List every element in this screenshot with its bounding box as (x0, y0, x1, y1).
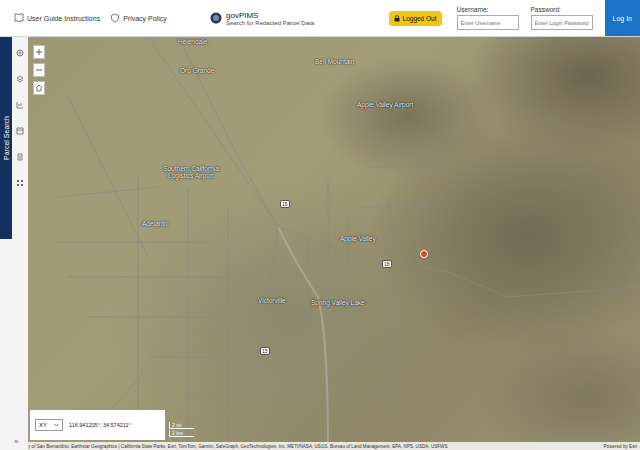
left-sidebar: Parcel Search » (0, 37, 28, 450)
link-label[interactable]: User Guide Instructions (27, 15, 100, 22)
lock-icon (394, 15, 400, 22)
top-header: User Guide Instructions Privacy Policy gov… (0, 0, 640, 37)
chevron-down-icon (54, 423, 59, 427)
scale-km: 2 km (169, 430, 194, 437)
home-icon (35, 84, 43, 92)
expand-button[interactable]: » (14, 437, 18, 446)
route-shield: 15 (260, 347, 270, 355)
zoom-in-icon (35, 48, 43, 56)
globe-icon (16, 49, 24, 57)
login-status-badge: Logged Out (389, 11, 442, 26)
mode-label[interactable]: XY (39, 422, 47, 428)
attribution-bar: y of San Bernardino, Earthstar Geographi… (28, 442, 640, 450)
shield-icon (110, 13, 120, 23)
scale-miles: 2 mi (169, 422, 194, 429)
parcel-search-tab[interactable]: Parcel Search (0, 37, 12, 239)
username-field: Username: (457, 0, 519, 36)
tab-label[interactable]: Parcel Search (3, 116, 10, 160)
app-logo: govPIMSSearch for Redacted Parcel Data (210, 0, 314, 36)
app-title-block: govPIMSSearch for Redacted Parcel Data (226, 11, 314, 26)
place-label: Apple Valley Airport (357, 101, 413, 108)
app-subtitle: Search for Redacted Parcel Data (226, 20, 314, 26)
coordinate-mode-select[interactable]: XY (35, 419, 63, 431)
password-input[interactable] (531, 15, 593, 30)
table-icon (16, 127, 24, 135)
map-view[interactable]: Helendale Oro Grande Bell Mountain Apple Va… (28, 37, 640, 450)
chart-icon (16, 101, 24, 109)
username-label: Username: (457, 6, 519, 13)
seal-icon (210, 12, 222, 24)
place-label: Victorville (258, 297, 286, 304)
header-links: User Guide Instructions Privacy Policy (0, 0, 210, 36)
tool-icons (12, 37, 28, 450)
map-control-button[interactable] (33, 63, 45, 77)
place-label: Adelanto (142, 220, 168, 227)
place-label: Helendale (178, 38, 207, 45)
map-control-button[interactable] (33, 45, 45, 59)
layers-icon (16, 75, 24, 83)
road-network (28, 37, 640, 450)
scale-bar: 2 mi2 km (169, 422, 194, 437)
login-button[interactable]: Log In (605, 0, 640, 36)
tool-button[interactable] (16, 147, 24, 165)
zoom-out-icon (35, 66, 43, 74)
tool-button[interactable] (16, 69, 24, 87)
attribution-text: y of San Bernardino, Earthstar Geographi… (28, 444, 448, 449)
status-label: Logged Out (403, 15, 437, 22)
header-link[interactable]: Privacy Policy (110, 13, 167, 23)
location-marker[interactable] (420, 250, 428, 258)
guide-icon (14, 13, 24, 23)
link-label[interactable]: Privacy Policy (123, 15, 167, 22)
password-label: Password: (531, 6, 593, 13)
place-label: Spring Valley Lake (311, 299, 365, 306)
main-area: Parcel Search » Helendale Oro Grande Bell Mo… (0, 37, 640, 450)
password-field: Password: (531, 0, 593, 36)
tool-button[interactable] (16, 173, 24, 191)
place-label: Southern California Logistics Airport (156, 165, 226, 179)
map-controls (33, 45, 45, 95)
header-link[interactable]: User Guide Instructions (14, 13, 100, 23)
document-icon (16, 153, 24, 161)
route-shield: 18 (382, 260, 392, 268)
tool-button[interactable] (16, 95, 24, 113)
tool-button[interactable] (16, 43, 24, 61)
app-title: govPIMS (226, 11, 314, 20)
map-control-button[interactable] (33, 81, 45, 95)
place-label: Apple Valley (340, 235, 376, 242)
grid-icon (16, 179, 24, 187)
coordinate-widget: XY 116.941205°, 34.574211° (30, 410, 165, 440)
route-shield: 15 (280, 200, 290, 208)
tool-button[interactable] (16, 121, 24, 139)
username-input[interactable] (457, 15, 519, 30)
coordinate-value: 116.941205°, 34.574211° (69, 422, 131, 428)
powered-by[interactable]: Powered by Esri (604, 444, 637, 449)
place-label: Bell Mountain (315, 58, 354, 65)
header-spacer (314, 0, 389, 36)
place-label: Oro Grande (180, 67, 214, 74)
